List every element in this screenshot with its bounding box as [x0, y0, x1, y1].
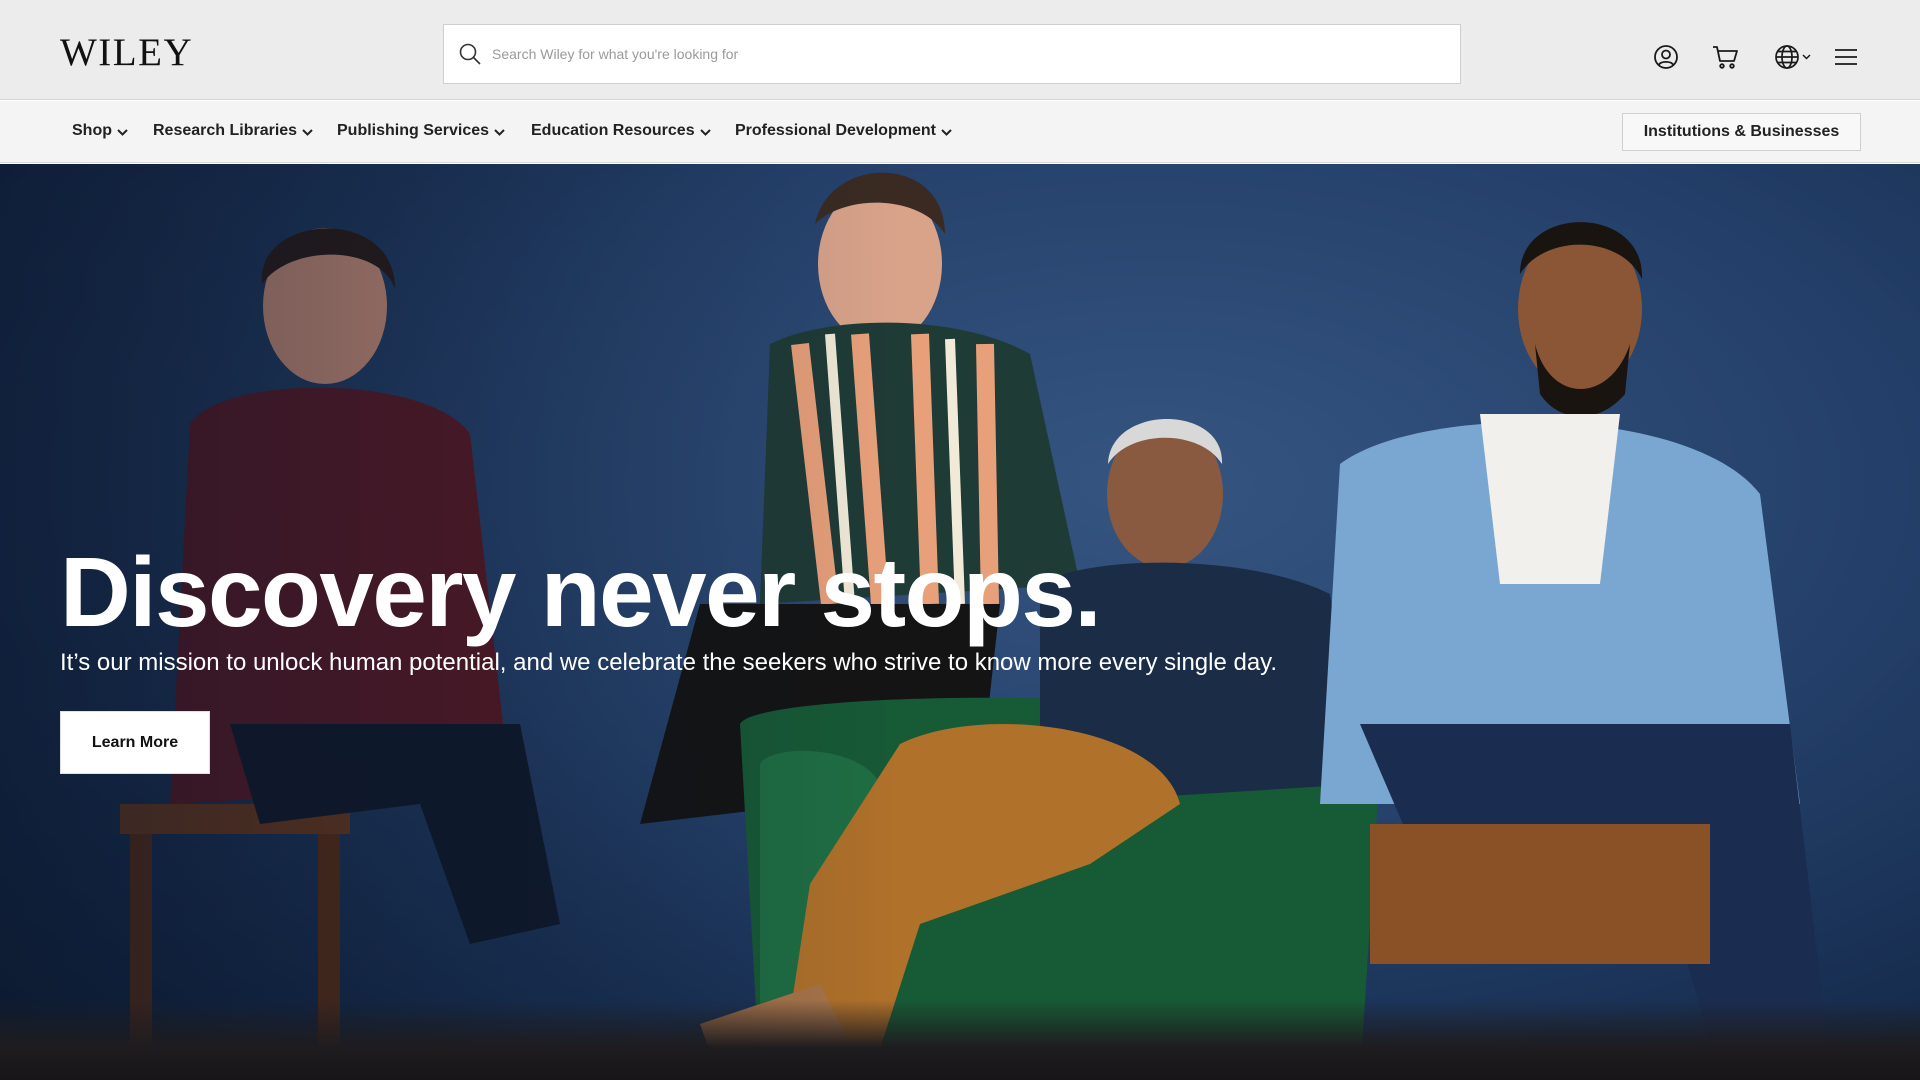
nav-item-label: Education Resources [531, 122, 695, 139]
wiley-logo[interactable]: WILEY [60, 31, 193, 75]
nav-item-publishing-services[interactable]: Publishing Services [337, 121, 505, 141]
chevron-down-icon [117, 128, 128, 136]
chevron-down-icon [494, 128, 505, 136]
search-icon[interactable] [458, 42, 482, 66]
institutions-businesses-button[interactable]: Institutions & Businesses [1622, 113, 1861, 151]
nav-item-research-libraries[interactable]: Research Libraries [153, 121, 313, 141]
hero-floor [0, 1000, 1920, 1080]
learn-more-button[interactable]: Learn More [60, 711, 210, 774]
chevron-down-icon [699, 128, 711, 136]
chevron-down-icon [941, 128, 952, 136]
chevron-down-icon [1801, 54, 1811, 60]
nav-item-label: Professional Development [735, 122, 936, 139]
language-selector[interactable] [1772, 43, 1812, 71]
nav-item-label: Shop [72, 122, 112, 139]
nav-item-label: Research Libraries [153, 122, 298, 139]
hero-subtitle: It’s our mission to unlock human potenti… [60, 649, 1278, 676]
hamburger-menu-icon[interactable] [1832, 43, 1860, 71]
nav-item-education-resources[interactable]: Education Resources [531, 121, 711, 141]
site-header: WILEY [0, 0, 1920, 100]
main-nav: Shop Research Libraries Publishing Servi… [0, 101, 1920, 163]
search-input[interactable] [492, 25, 1460, 83]
account-icon[interactable] [1652, 43, 1680, 71]
globe-icon [1774, 45, 1799, 69]
hero-title: Discovery never stops. [60, 537, 1102, 647]
cart-icon[interactable] [1711, 43, 1739, 71]
chevron-down-icon [302, 128, 313, 136]
hero-banner: Discovery never stops. It’s our mission … [0, 164, 1920, 1080]
nav-item-label: Publishing Services [337, 122, 490, 139]
search-bar [443, 24, 1461, 84]
nav-item-professional-development[interactable]: Professional Development [735, 121, 952, 141]
nav-item-shop[interactable]: Shop [72, 121, 128, 141]
